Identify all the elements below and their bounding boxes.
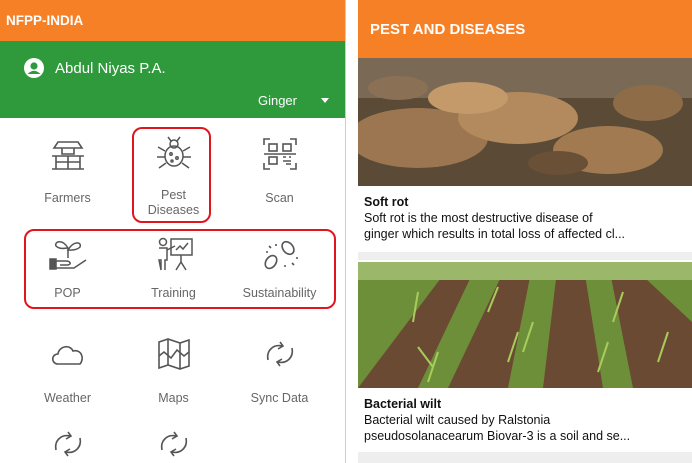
highlight-pest-diseases [132, 127, 211, 223]
card-description: Soft rot is the most destructive disease… [364, 211, 593, 225]
map-icon [157, 338, 190, 370]
app-bar: PEST AND DISEASES [358, 0, 692, 58]
tile-label: Weather [43, 391, 91, 405]
ginger-field-image [358, 262, 692, 388]
crop-selected: Ginger [257, 93, 297, 108]
dropdown-arrow-icon [321, 98, 329, 103]
app-bar: NFPP-INDIA [0, 0, 345, 41]
pest-diseases-screen: PEST AND DISEASES Soft rot Soft rot is t… [358, 0, 692, 463]
card-description-line2: ginger which results in total loss of af… [364, 227, 626, 241]
farmer-icon [51, 141, 84, 170]
screen-title: PEST AND DISEASES [370, 20, 526, 38]
tile-sync-data[interactable]: Sync Data [222, 318, 337, 423]
tile-sync-extra-2[interactable] [116, 418, 231, 463]
user-avatar-icon [24, 58, 44, 78]
tile-farmers[interactable]: Farmers [10, 118, 125, 223]
tile-label: Sync Data [250, 391, 309, 405]
tile-sync-extra-1[interactable] [10, 418, 125, 463]
app-title: NFPP-INDIA [6, 13, 84, 28]
ginger-rhizome-image [358, 58, 692, 186]
user-row[interactable]: Abdul Niyas P.A. [24, 58, 166, 78]
card-separator [358, 252, 692, 260]
highlight-row-pop-training-sustainability [24, 229, 336, 309]
card-title: Bacterial wilt [364, 397, 442, 411]
sync-icon [54, 431, 81, 457]
user-section: Abdul Niyas P.A. Ginger [0, 41, 345, 118]
user-name: Abdul Niyas P.A. [55, 59, 166, 77]
card-description-line2: pseudosolanacearum Biovar-3 is a soil an… [364, 429, 631, 443]
tile-label: Farmers [44, 191, 91, 205]
qr-scan-icon [262, 138, 297, 170]
tile-weather[interactable]: Weather [10, 318, 125, 423]
panel-divider [346, 0, 358, 463]
tile-maps[interactable]: Maps [116, 318, 231, 423]
card-separator [358, 452, 692, 463]
tile-label: Maps [158, 391, 189, 405]
crop-dropdown[interactable]: Ginger [258, 93, 329, 108]
sync-icon [266, 341, 293, 367]
card-description: Bacterial wilt caused by Ralstonia [364, 413, 551, 427]
card-title: Soft rot [364, 195, 409, 209]
sync-icon [160, 431, 187, 457]
cloud-icon [51, 345, 83, 365]
tile-scan[interactable]: Scan [222, 118, 337, 223]
tile-label: Scan [265, 191, 294, 205]
home-screen: NFPP-INDIA Abdul Niyas P.A. Ginger Farme… [0, 0, 346, 463]
